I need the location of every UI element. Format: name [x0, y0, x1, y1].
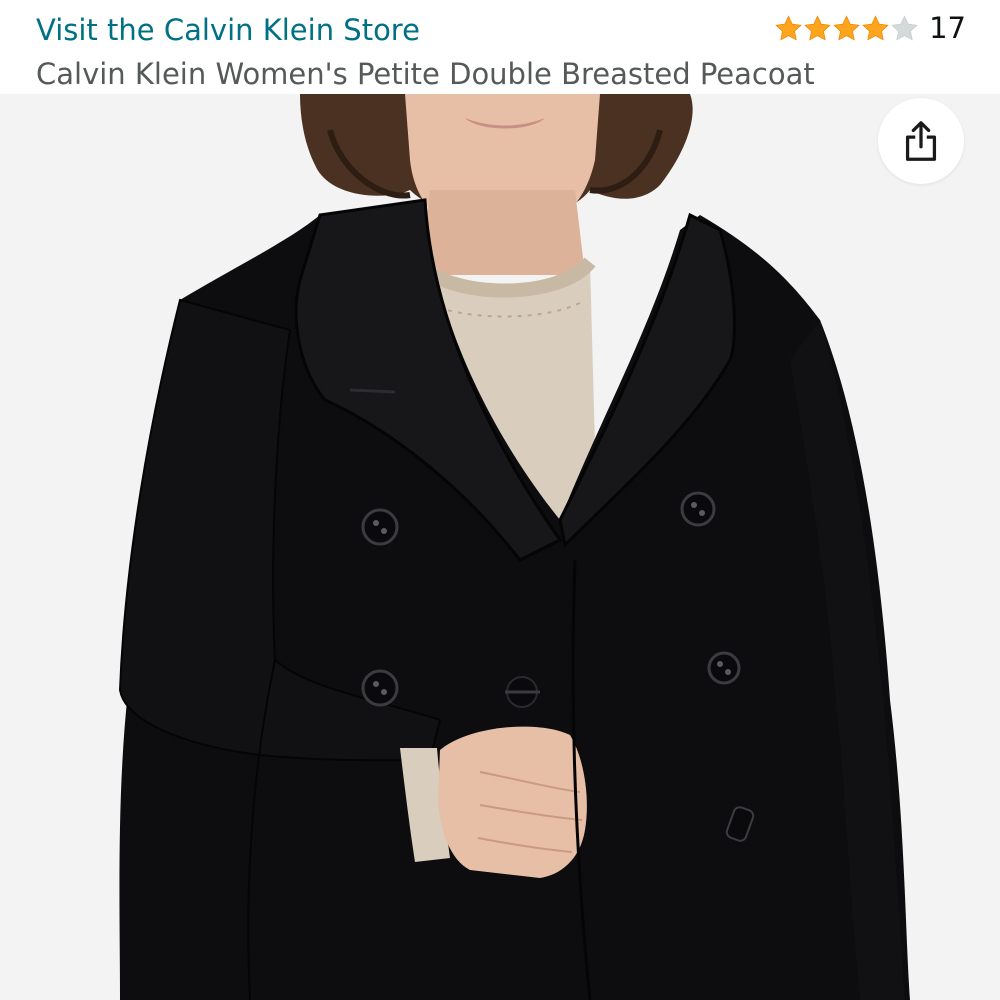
star-rating	[774, 14, 919, 43]
rating-summary[interactable]: 17	[774, 8, 966, 48]
coat-button	[361, 669, 399, 707]
empty-star-icon	[891, 14, 918, 41]
hand	[438, 726, 587, 878]
share-button[interactable]	[878, 98, 964, 184]
product-photo	[118, 94, 910, 1000]
store-link[interactable]: Visit the Calvin Klein Store	[36, 10, 420, 50]
product-image[interactable]	[0, 94, 1000, 1000]
rating-count: 17	[929, 11, 966, 45]
product-title: Calvin Klein Women's Petite Double Breas…	[36, 57, 815, 91]
product-page: Visit the Calvin Klein Store 17 Calvin K…	[0, 0, 1000, 1000]
star-icon	[775, 14, 802, 41]
coat-button	[680, 491, 716, 527]
share-icon	[905, 121, 937, 161]
coat-button	[361, 508, 399, 546]
product-header: Visit the Calvin Klein Store 17 Calvin K…	[0, 0, 1000, 94]
coat-button	[707, 651, 741, 685]
star-icon	[862, 14, 889, 41]
star-icon	[804, 14, 831, 41]
star-icon	[833, 14, 860, 41]
